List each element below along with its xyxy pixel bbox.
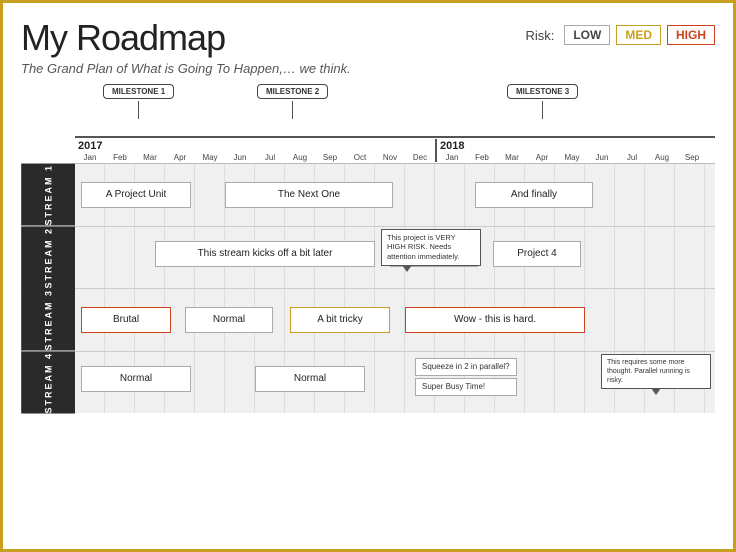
stream1-bar3: And finally xyxy=(475,182,593,208)
page-subtitle: The Grand Plan of What is Going To Happe… xyxy=(21,61,351,76)
stream-3-label: STREAM 3 xyxy=(21,289,75,351)
month-feb17: Feb xyxy=(105,153,135,162)
stream-3-content: Brutal Normal A bit tricky Wow - this is… xyxy=(75,289,715,351)
stream4-callout: This requires some more thought. Paralle… xyxy=(601,354,711,389)
stream1-bar1: A Project Unit xyxy=(81,182,191,208)
risk-label: Risk: xyxy=(525,28,554,43)
month-apr17: Apr xyxy=(165,153,195,162)
stream-1-content: A Project Unit The Next One And finally xyxy=(75,164,715,226)
milestones-row: MILESTONE 1 MILESTONE 2 MILESTONE 3 xyxy=(75,84,715,136)
milestone-3-line xyxy=(542,101,543,119)
axis-row: 2017 Jan Feb Mar Apr May Jun Jul Aug Sep… xyxy=(75,136,715,164)
month-mar17: Mar xyxy=(135,153,165,162)
risk-low: LOW xyxy=(564,25,610,45)
month-apr18: Apr xyxy=(527,153,557,162)
stream4-mini1: Squeeze in 2 in parallel? xyxy=(415,358,517,376)
stream2-bar3: Project 4 xyxy=(493,241,581,267)
risk-legend: Risk: LOW MED HIGH xyxy=(525,25,715,45)
month-jun18: Jun xyxy=(587,153,617,162)
milestone-1-line xyxy=(138,101,139,119)
month-jan18: Jan xyxy=(437,153,467,162)
stream1-bar2: The Next One xyxy=(225,182,393,208)
stream-4-label: STREAM 4 xyxy=(21,352,75,414)
milestone-1-label: MILESTONE 1 xyxy=(103,84,174,99)
milestone-2-label: MILESTONE 2 xyxy=(257,84,328,99)
stream3-bar3: A bit tricky xyxy=(290,307,390,333)
stream3-bar1: Brutal xyxy=(81,307,171,333)
milestone-3: MILESTONE 3 xyxy=(507,84,578,119)
timeline-section: MILESTONE 1 MILESTONE 2 MILESTONE 3 2017… xyxy=(21,84,715,164)
milestone-1: MILESTONE 1 xyxy=(103,84,174,119)
month-may17: May xyxy=(195,153,225,162)
stream-4-row: STREAM 4 This requires some more thought… xyxy=(21,352,715,414)
page-title: My Roadmap xyxy=(21,17,351,59)
risk-high: HIGH xyxy=(667,25,715,45)
stream-4-content: This requires some more thought. Paralle… xyxy=(75,352,715,414)
month-oct17: Oct xyxy=(345,153,375,162)
stream4-bar2: Normal xyxy=(255,366,365,392)
month-aug17: Aug xyxy=(285,153,315,162)
month-jan17: Jan xyxy=(75,153,105,162)
month-may18: May xyxy=(557,153,587,162)
month-sep17: Sep xyxy=(315,153,345,162)
month-jun17: Jun xyxy=(225,153,255,162)
stream4-bar1: Normal xyxy=(81,366,191,392)
month-jul18: Jul xyxy=(617,153,647,162)
stream4-mini2: Super Busy Time! xyxy=(415,378,517,396)
month-jul17: Jul xyxy=(255,153,285,162)
stream3-bar2: Normal xyxy=(185,307,273,333)
streams-container: STREAM 1 A Project Unit The Next One And… xyxy=(21,164,715,413)
month-aug18: Aug xyxy=(647,153,677,162)
month-feb18: Feb xyxy=(467,153,497,162)
milestone-2-line xyxy=(292,101,293,119)
stream-3-row: STREAM 3 Brutal Normal A bit tricky Wow … xyxy=(21,289,715,352)
stream-2-label: STREAM 2 xyxy=(21,227,75,289)
month-mar18: Mar xyxy=(497,153,527,162)
stream3-bar4: Wow - this is hard. xyxy=(405,307,585,333)
risk-med: MED xyxy=(616,25,661,45)
stream-1-label: STREAM 1 xyxy=(21,164,75,226)
stream4-stacked: Squeeze in 2 in parallel? Super Busy Tim… xyxy=(415,358,517,396)
stream-1-row: STREAM 1 A Project Unit The Next One And… xyxy=(21,164,715,227)
month-sep18: Sep xyxy=(677,153,707,162)
header: My Roadmap The Grand Plan of What is Goi… xyxy=(21,17,715,76)
stream-2-row: STREAM 2 This project is VERY HIGH RISK.… xyxy=(21,227,715,290)
milestone-3-label: MILESTONE 3 xyxy=(507,84,578,99)
project3-callout: This project is VERY HIGH RISK. Needs at… xyxy=(381,229,481,266)
stream2-bar1: This stream kicks off a bit later xyxy=(155,241,375,267)
milestone-2: MILESTONE 2 xyxy=(257,84,328,119)
year-2018: 2018 xyxy=(437,139,707,153)
month-dec17: Dec xyxy=(405,153,435,162)
year-2017: 2017 xyxy=(75,139,435,153)
stream-2-content: This project is VERY HIGH RISK. Needs at… xyxy=(75,227,715,289)
month-nov17: Nov xyxy=(375,153,405,162)
